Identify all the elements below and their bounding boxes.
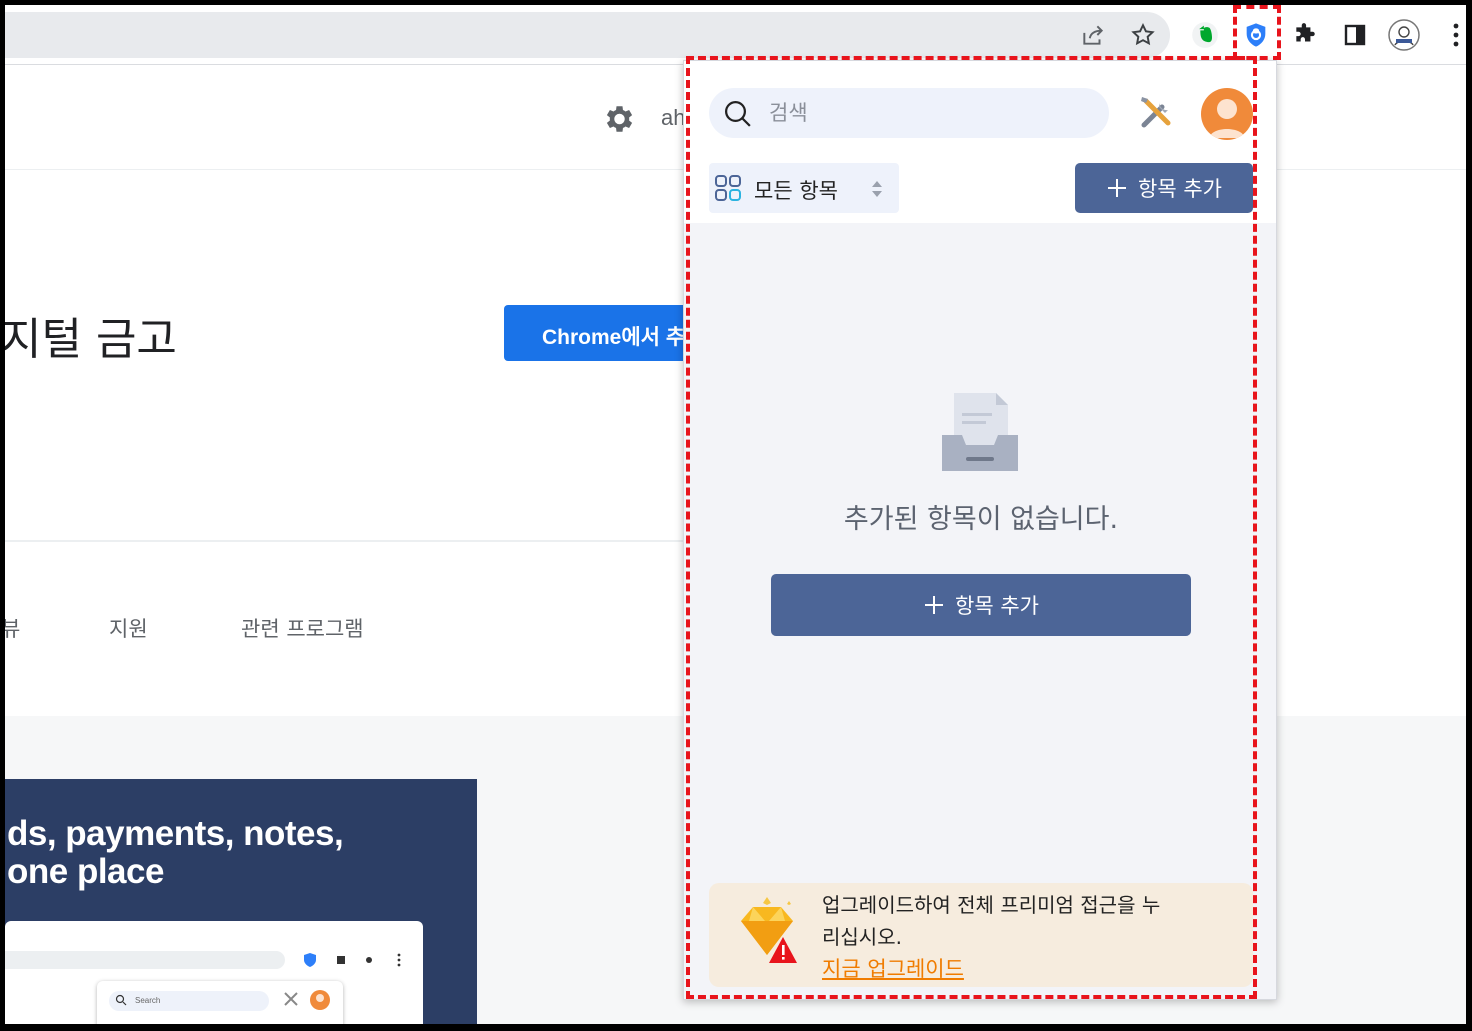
tab-related[interactable]: 관련 프로그램: [241, 613, 364, 643]
mini-toolbar-icons: [304, 953, 401, 967]
mini-search: Search: [109, 991, 269, 1011]
tools-icon[interactable]: [1136, 93, 1176, 138]
extension-popup: 모든 항목 항목 추가 추가된 항목이 없습니다. 항목 추가: [683, 60, 1277, 1000]
kebab-menu-icon[interactable]: [1440, 19, 1466, 51]
filter-label: 모든 항목: [754, 179, 838, 203]
profile-avatar-icon[interactable]: [1388, 19, 1420, 51]
bookmark-star-icon[interactable]: [1127, 19, 1159, 51]
add-item-button[interactable]: 항목 추가: [1075, 163, 1253, 213]
address-bar[interactable]: [5, 12, 1170, 58]
promo-screenshot[interactable]: ds, payments, notes, one place Search: [5, 779, 477, 1024]
add-item-button-label: 항목 추가: [1138, 177, 1222, 201]
evernote-extension-icon[interactable]: [1189, 19, 1221, 51]
popup-header: 모든 항목 항목 추가: [684, 61, 1276, 223]
upgrade-now-link[interactable]: 지금 업그레이드: [822, 953, 964, 983]
mini-address-bar: [5, 951, 285, 969]
grid-icon: [715, 175, 741, 201]
upgrade-banner: 업그레이드하여 전체 프리미엄 접근을 누리십시오. 지금 업그레이드: [709, 883, 1253, 987]
mini-search-icon: [115, 994, 127, 1006]
side-panel-icon[interactable]: [1339, 19, 1371, 51]
promo-headline: ds, payments, notes, one place: [7, 814, 344, 891]
divider: [5, 540, 685, 542]
user-avatar[interactable]: [1201, 88, 1253, 140]
add-item-main-button-label: 항목 추가: [955, 594, 1039, 618]
plus-icon: [1108, 179, 1127, 197]
search-box[interactable]: [709, 88, 1109, 138]
sort-updown-icon: [872, 181, 882, 197]
account-text: ah: [661, 105, 686, 130]
browser-toolbar: [5, 5, 1466, 65]
plus-icon: [925, 596, 944, 614]
password-manager-extension-icon[interactable]: [1240, 19, 1272, 51]
promo-browser-mock: Search: [5, 921, 423, 1024]
diamond-warning-icon: [727, 891, 807, 978]
mini-popup: Search: [97, 981, 343, 1024]
browser-window: ah 지털 금고 Chrome에서 추 뷰 지원 관련 프로그램 ds, pay…: [5, 5, 1466, 1024]
add-item-main-button[interactable]: 항목 추가: [771, 574, 1191, 636]
upgrade-message: 업그레이드하여 전체 프리미엄 접근을 누리십시오.: [822, 893, 1161, 949]
extension-title: 지털 금고: [5, 314, 177, 365]
gear-icon[interactable]: [600, 101, 636, 142]
mini-avatar-icon: [310, 990, 330, 1010]
empty-state-message: 추가된 항목이 없습니다.: [843, 504, 1119, 535]
user-avatar-icon: [1209, 99, 1245, 138]
search-icon: [723, 99, 753, 134]
mini-tools-icon: [284, 992, 298, 1006]
category-filter-select[interactable]: 모든 항목: [709, 163, 899, 213]
share-icon[interactable]: [1077, 19, 1109, 51]
tab-reviews[interactable]: 뷰: [5, 613, 20, 643]
tab-support[interactable]: 지원: [109, 613, 148, 643]
search-input[interactable]: [769, 96, 1089, 130]
empty-inbox-icon: [942, 391, 1018, 476]
extensions-puzzle-icon[interactable]: [1289, 19, 1321, 51]
